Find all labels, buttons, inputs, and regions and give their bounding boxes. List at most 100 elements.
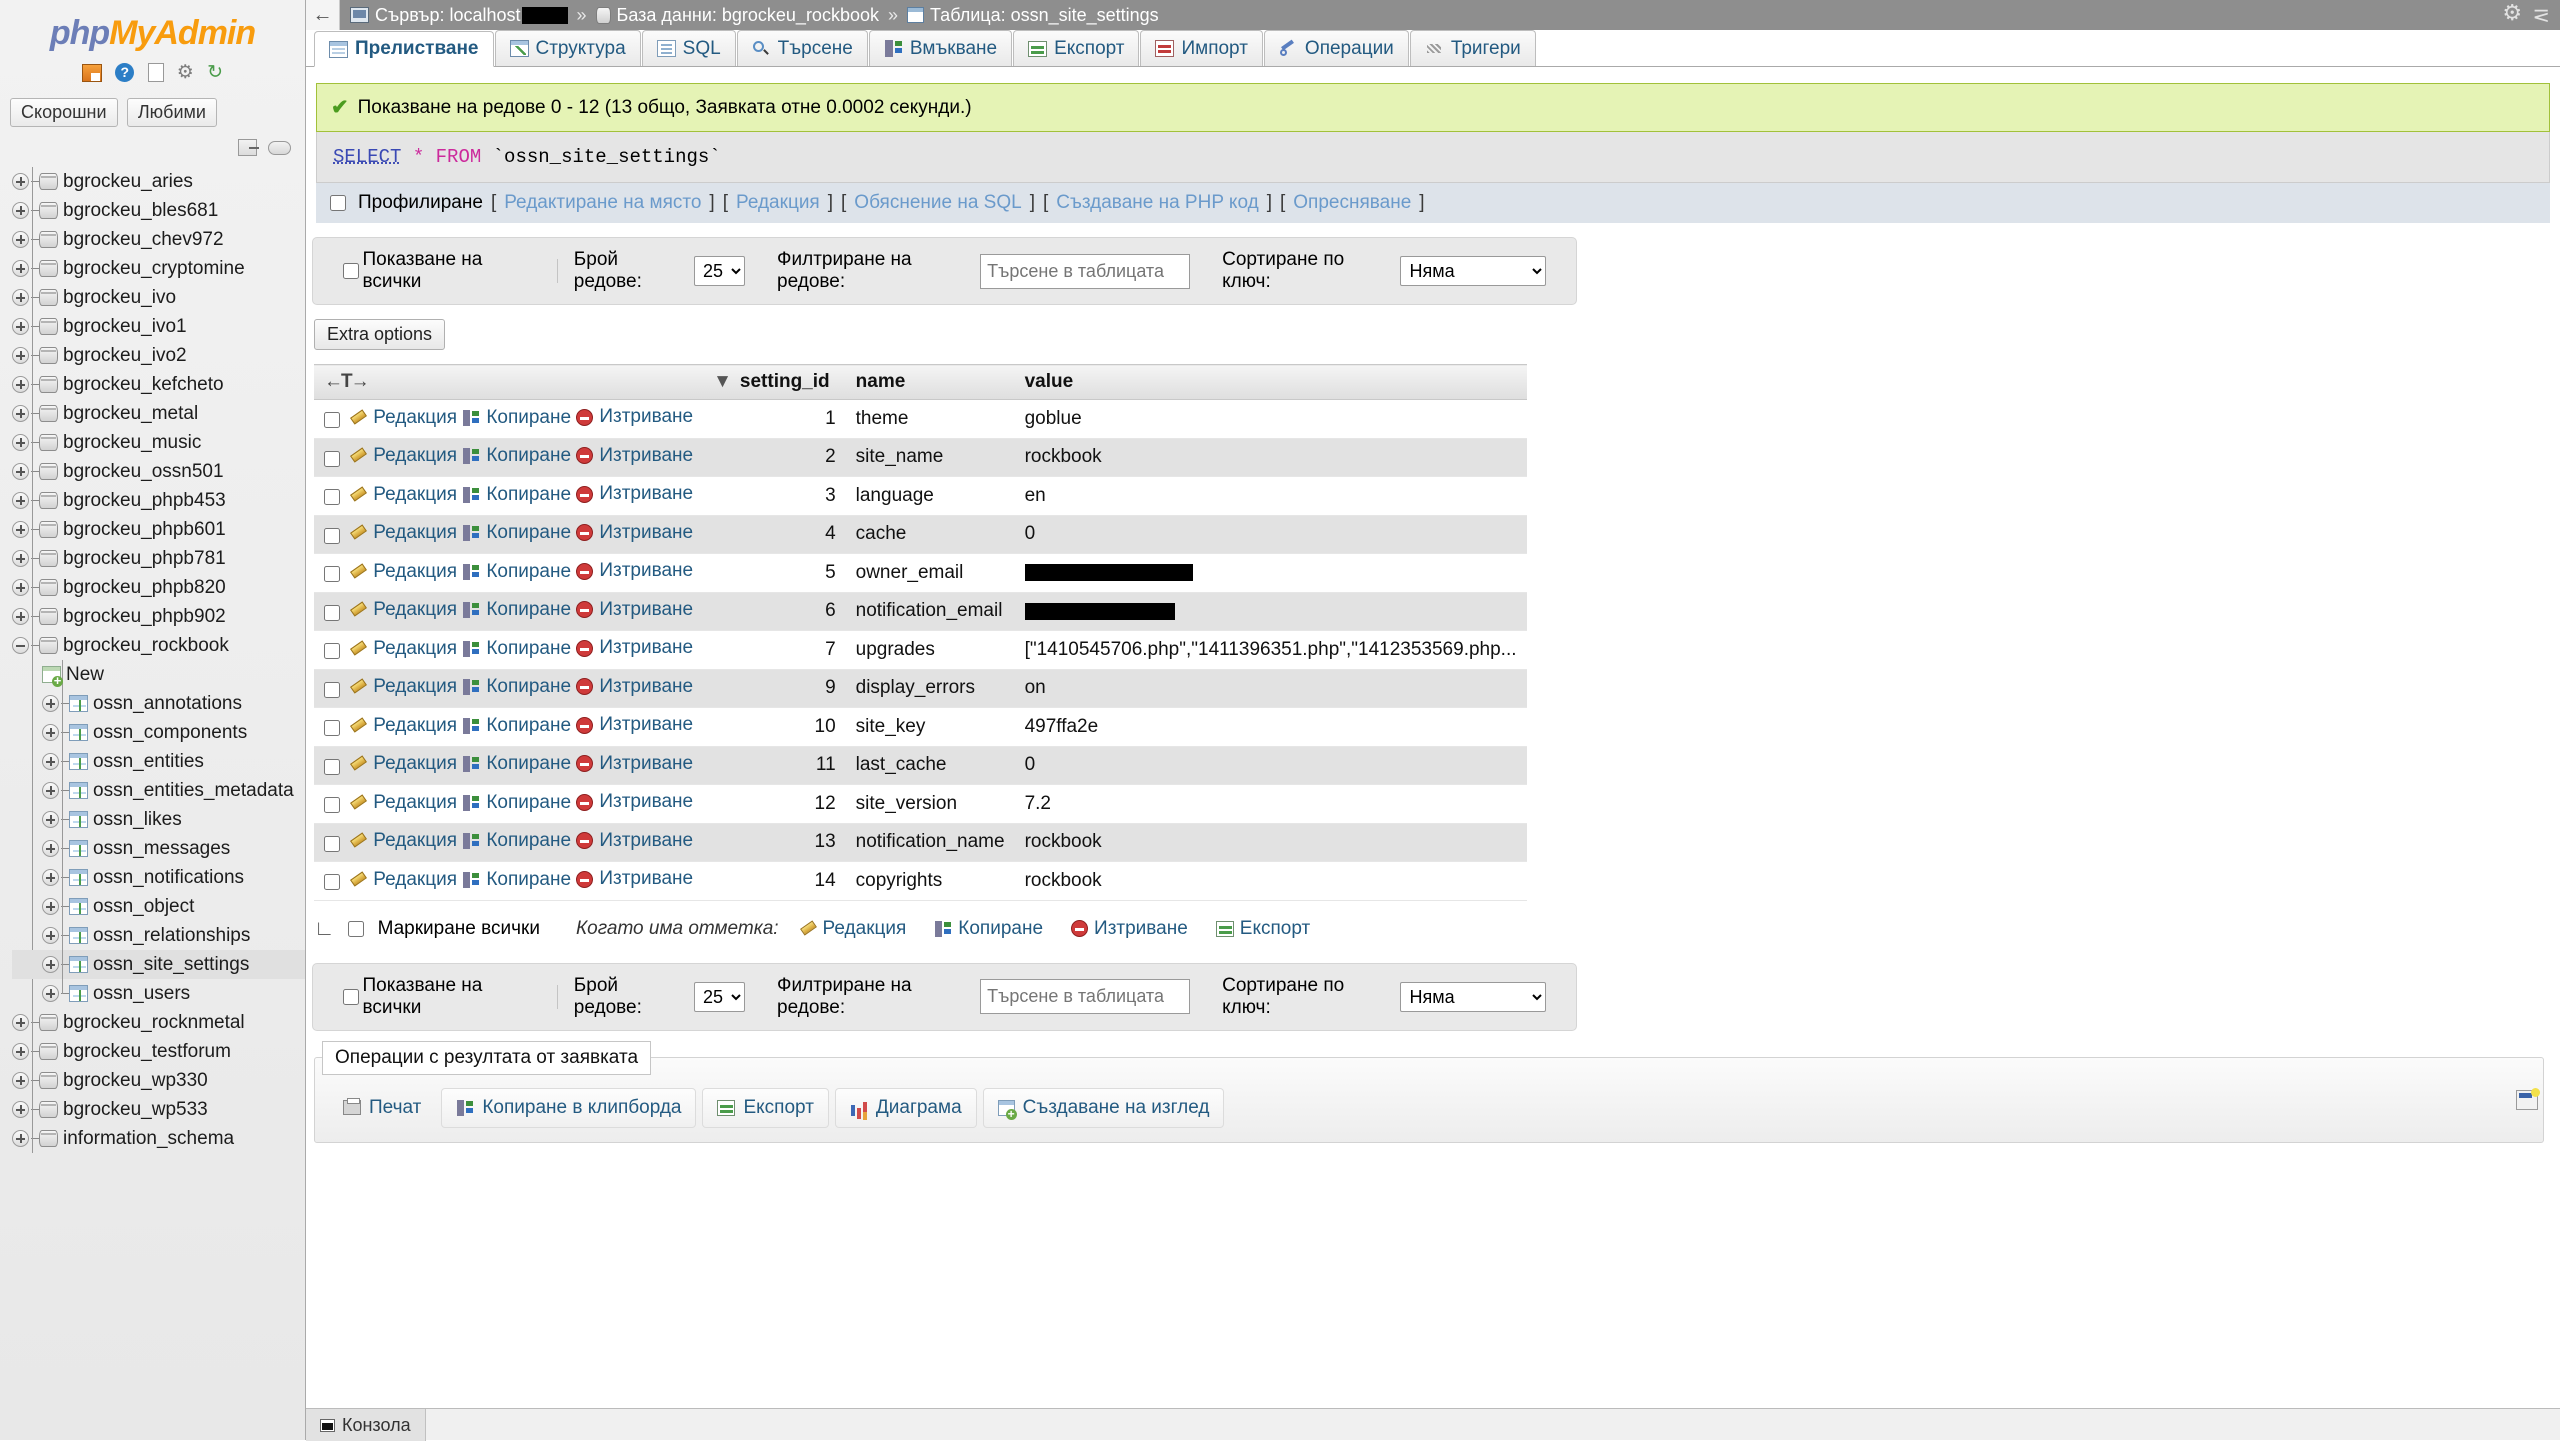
db-label[interactable]: bgrockeu_ivo bbox=[63, 287, 176, 309]
table-label[interactable]: ossn_users bbox=[93, 983, 190, 1005]
expand-icon[interactable] bbox=[42, 840, 59, 857]
copy-link[interactable]: Копиране bbox=[462, 599, 571, 621]
delete-link[interactable]: Изтриване bbox=[576, 753, 693, 775]
db-item[interactable]: bgrockeu_ossn501 bbox=[12, 457, 305, 486]
table-label[interactable]: ossn_annotations bbox=[93, 693, 242, 715]
show-all-checkbox[interactable] bbox=[343, 988, 359, 1005]
tab-triggers[interactable]: Тригери bbox=[1409, 30, 1536, 66]
row-checkbox[interactable] bbox=[324, 643, 340, 660]
bulk-edit-link[interactable]: Редакция bbox=[799, 918, 907, 940]
edit-link[interactable]: Редакция bbox=[349, 869, 457, 891]
db-item[interactable]: information_schema bbox=[12, 1124, 305, 1153]
delete-link[interactable]: Изтриване bbox=[576, 599, 693, 621]
table-label[interactable]: ossn_components bbox=[93, 722, 247, 744]
db-item[interactable]: bgrockeu_wp330 bbox=[12, 1066, 305, 1095]
expand-icon[interactable] bbox=[12, 434, 29, 451]
link-edit[interactable]: Редакция bbox=[736, 192, 820, 214]
tab-search[interactable]: Търсене bbox=[736, 30, 868, 66]
db-item[interactable]: bgrockeu_ivo bbox=[12, 283, 305, 312]
table-label[interactable]: ossn_site_settings bbox=[93, 954, 249, 976]
tab-insert[interactable]: Вмъкване bbox=[868, 30, 1013, 66]
row-checkbox[interactable] bbox=[324, 835, 340, 852]
sql-keyword-select[interactable]: SELECT bbox=[333, 146, 401, 168]
db-label[interactable]: bgrockeu_cryptomine bbox=[63, 258, 245, 280]
delete-link[interactable]: Изтриване bbox=[576, 406, 693, 428]
column-header-value[interactable]: value bbox=[1014, 364, 1527, 400]
expand-icon[interactable] bbox=[12, 1072, 29, 1089]
filter-input[interactable] bbox=[980, 253, 1191, 289]
edit-link[interactable]: Редакция bbox=[349, 830, 457, 852]
table-label[interactable]: ossn_notifications bbox=[93, 867, 244, 889]
db-label[interactable]: bgrockeu_ossn501 bbox=[63, 461, 224, 483]
db-item[interactable]: bgrockeu_testforum bbox=[12, 1037, 305, 1066]
db-item[interactable]: bgrockeu_bles681 bbox=[12, 196, 305, 225]
db-label[interactable]: information_schema bbox=[63, 1128, 234, 1150]
db-item[interactable]: bgrockeu_wp533 bbox=[12, 1095, 305, 1124]
copy-link[interactable]: Копиране bbox=[462, 753, 571, 775]
db-label[interactable]: bgrockeu_phpb453 bbox=[63, 490, 226, 512]
expand-icon[interactable] bbox=[12, 550, 29, 567]
expand-icon[interactable] bbox=[42, 956, 59, 973]
expand-icon[interactable] bbox=[12, 376, 29, 393]
rows-select[interactable]: 25 bbox=[694, 981, 746, 1012]
edit-link[interactable]: Редакция bbox=[349, 484, 457, 506]
tab-sql[interactable]: SQL bbox=[641, 30, 736, 66]
delete-link[interactable]: Изтриване bbox=[576, 560, 693, 582]
breadcrumb-server[interactable]: Сървър: localhost bbox=[375, 5, 521, 26]
db-item[interactable]: bgrockeu_aries bbox=[12, 167, 305, 196]
edit-link[interactable]: Редакция bbox=[349, 715, 457, 737]
tab-browse[interactable]: Прелистване bbox=[314, 31, 494, 67]
db-label[interactable]: bgrockeu_wp533 bbox=[63, 1099, 208, 1121]
db-label[interactable]: bgrockeu_phpb781 bbox=[63, 548, 226, 570]
breadcrumb-database[interactable]: База данни: bgrockeu_rockbook bbox=[617, 5, 879, 26]
collapse-icon[interactable] bbox=[12, 637, 29, 654]
expand-icon[interactable] bbox=[42, 927, 59, 944]
row-checkbox[interactable] bbox=[324, 720, 340, 737]
db-item[interactable]: bgrockeu_phpb902 bbox=[12, 602, 305, 631]
db-label[interactable]: bgrockeu_bles681 bbox=[63, 200, 218, 222]
delete-link[interactable]: Изтриване bbox=[576, 676, 693, 698]
home-icon[interactable] bbox=[81, 63, 102, 82]
sidebar-item-ossn_entities_metadata[interactable]: ossn_entities_metadata bbox=[12, 776, 305, 805]
expand-icon[interactable] bbox=[12, 521, 29, 538]
sort-desc-icon[interactable]: ▼ bbox=[713, 371, 732, 392]
sidebar-item-ossn_object[interactable]: ossn_object bbox=[12, 892, 305, 921]
expand-icon[interactable] bbox=[12, 318, 29, 335]
filter-input[interactable] bbox=[980, 979, 1191, 1014]
db-label[interactable]: bgrockeu_kefcheto bbox=[63, 374, 224, 396]
collapse-navigation-icon[interactable]: ⋜ bbox=[2532, 5, 2550, 26]
column-header-name[interactable]: name bbox=[845, 364, 1015, 400]
delete-link[interactable]: Изтриване bbox=[576, 445, 693, 467]
row-checkbox[interactable] bbox=[324, 527, 340, 544]
edit-link[interactable]: Редакция bbox=[349, 407, 457, 429]
gear-icon[interactable] bbox=[2502, 0, 2522, 26]
db-item[interactable]: bgrockeu_phpb820 bbox=[12, 573, 305, 602]
row-checkbox[interactable] bbox=[324, 797, 340, 814]
edit-link[interactable]: Редакция bbox=[349, 753, 457, 775]
sidebar-item-ossn_annotations[interactable]: ossn_annotations bbox=[12, 689, 305, 718]
expand-icon[interactable] bbox=[12, 579, 29, 596]
expand-icon[interactable] bbox=[12, 1043, 29, 1060]
row-checkbox[interactable] bbox=[324, 758, 340, 775]
edit-link[interactable]: Редакция bbox=[349, 638, 457, 660]
row-checkbox[interactable] bbox=[324, 450, 340, 467]
copy-link[interactable]: Копиране bbox=[462, 561, 571, 583]
link-edit-inline[interactable]: Редактиране на място bbox=[504, 192, 701, 214]
print-button[interactable]: Печат bbox=[329, 1089, 435, 1127]
db-label[interactable]: bgrockeu_music bbox=[63, 432, 201, 454]
tab-structure[interactable]: Структура bbox=[494, 30, 641, 66]
check-all-checkbox[interactable] bbox=[347, 920, 364, 937]
docs-icon[interactable] bbox=[147, 63, 164, 82]
expand-icon[interactable] bbox=[42, 811, 59, 828]
expand-icon[interactable] bbox=[12, 173, 29, 190]
copy-link[interactable]: Копиране bbox=[462, 484, 571, 506]
copy-link[interactable]: Копиране bbox=[462, 407, 571, 429]
row-checkbox[interactable] bbox=[324, 874, 340, 891]
table-label[interactable]: ossn_object bbox=[93, 896, 194, 918]
row-checkbox[interactable] bbox=[324, 566, 340, 583]
up-arrow-icon[interactable]: ∟ bbox=[314, 917, 335, 941]
expand-icon[interactable] bbox=[12, 1014, 29, 1031]
sidebar-item-ossn_users[interactable]: ossn_users bbox=[12, 979, 305, 1008]
db-item[interactable]: bgrockeu_ivo2 bbox=[12, 341, 305, 370]
expand-icon[interactable] bbox=[12, 463, 29, 480]
